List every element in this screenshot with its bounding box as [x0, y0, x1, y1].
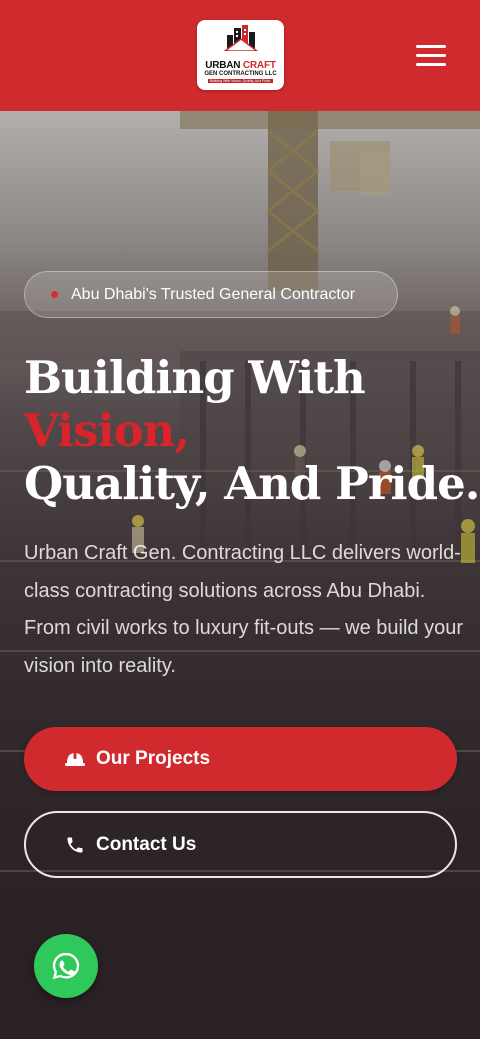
trust-badge: Abu Dhabi's Trusted General Contractor — [24, 271, 398, 318]
logo-name-part2: CRAFT — [242, 60, 276, 71]
logo-name-part1: URBAN — [205, 60, 243, 71]
headline-accent: Vision, — [24, 404, 190, 457]
logo-tagline: Building With Vision, Quality, And Pride… — [207, 79, 274, 83]
hero-section: Abu Dhabi's Trusted General Contractor B… — [0, 111, 480, 1039]
logo-name: URBAN CRAFT — [205, 61, 276, 71]
hero-description: Urban Craft Gen. Contracting LLC deliver… — [24, 542, 464, 677]
contact-us-button[interactable]: Contact Us — [24, 811, 457, 878]
hero-headline: Building With Vision, Quality, And Pride… — [24, 351, 480, 510]
badge-text: Abu Dhabi's Trusted General Contractor — [71, 285, 356, 303]
our-projects-label: Our Projects — [96, 748, 211, 769]
logo-subtitle: GEN CONTRACTING LLC — [204, 71, 277, 77]
whatsapp-button[interactable] — [34, 934, 98, 998]
building-logo-icon — [223, 25, 259, 51]
site-header: URBAN CRAFT GEN CONTRACTING LLC Building… — [0, 0, 480, 111]
hard-hat-icon — [64, 748, 86, 770]
whatsapp-icon — [52, 952, 80, 980]
contact-us-label: Contact Us — [96, 833, 197, 855]
headline-line-1: Building With — [24, 351, 366, 404]
phone-icon — [64, 834, 86, 856]
headline-line-3: Quality, And Pride. — [24, 457, 480, 510]
brand-logo[interactable]: URBAN CRAFT GEN CONTRACTING LLC Building… — [197, 20, 284, 90]
hamburger-menu-icon[interactable] — [412, 42, 450, 70]
our-projects-button[interactable]: Our Projects — [24, 727, 457, 791]
red-dot-icon — [51, 291, 58, 298]
